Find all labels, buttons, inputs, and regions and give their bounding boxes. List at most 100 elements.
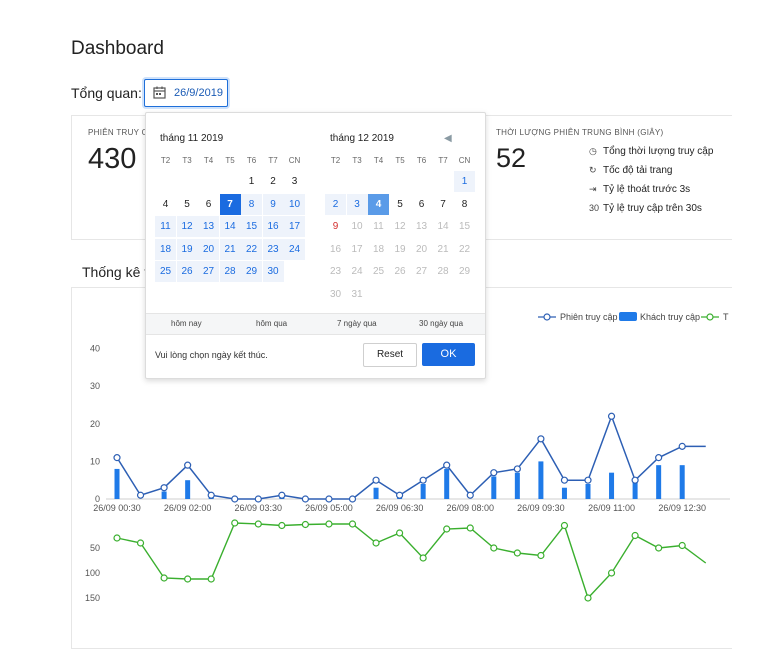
calendar-day[interactable]: 19	[176, 238, 198, 260]
triangle-left-icon[interactable]: ◀	[444, 133, 452, 144]
sessions-point	[325, 495, 333, 503]
calendar-day[interactable]: 29	[241, 261, 262, 282]
x-tick-label: 26/09 05:00	[305, 503, 353, 513]
sessions-point	[301, 495, 309, 503]
calendar-day[interactable]: 17	[284, 216, 305, 237]
calendar-day[interactable]: 3	[284, 171, 305, 192]
calendar-day[interactable]: 12	[176, 216, 198, 237]
third-series-point	[631, 531, 639, 540]
calendar-day[interactable]: 3	[346, 193, 368, 215]
third-series-point	[466, 524, 474, 532]
calendar-day[interactable]: 28	[219, 261, 241, 282]
y-tick-label: 40	[90, 344, 100, 354]
calendar-day[interactable]: 21	[219, 238, 241, 260]
quick-range-30days[interactable]: 30 ngày qua	[419, 319, 463, 328]
calendar-day[interactable]: 2	[325, 193, 346, 215]
weekday-header: T6	[416, 156, 427, 165]
calendar-day[interactable]: 6	[198, 194, 219, 215]
calendar-day[interactable]: 16	[262, 216, 284, 237]
ok-button[interactable]: OK	[422, 343, 475, 366]
sessions-point	[254, 495, 262, 503]
calendar-day[interactable]: 9	[262, 193, 284, 215]
calendar-day[interactable]: 27	[198, 261, 219, 282]
y2-tick-label: 50	[90, 543, 100, 553]
bar	[679, 465, 685, 499]
calendar-day[interactable]: 14	[219, 216, 241, 237]
calendar-day[interactable]: 4	[155, 194, 176, 215]
calendar-day[interactable]: 25	[155, 261, 176, 282]
calendar-day[interactable]: 2	[263, 171, 284, 192]
legend-sessions-marker	[543, 313, 551, 321]
sessions-point	[537, 435, 545, 443]
x-tick-label: 26/09 00:30	[93, 503, 141, 513]
calendar-day[interactable]: 23	[262, 238, 284, 260]
calendar-day: 18	[372, 243, 385, 255]
calendar-day: 26	[394, 266, 406, 277]
calendar-day[interactable]: 30	[262, 261, 284, 282]
calendar-day[interactable]: 18	[155, 238, 176, 260]
third-series-point	[396, 529, 404, 537]
third-series-point	[419, 554, 427, 562]
reset-button[interactable]: Reset	[363, 343, 417, 367]
x-tick-label: 26/09 09:30	[517, 503, 565, 513]
sessions-point	[513, 465, 521, 473]
bar	[656, 465, 662, 499]
bar	[185, 480, 191, 499]
sessions-point	[607, 412, 616, 420]
weekday-header: T5	[395, 156, 405, 165]
calendar-day: 15	[458, 221, 471, 232]
calendar-day[interactable]: 1	[241, 171, 262, 192]
sessions-line	[116, 414, 706, 500]
calendar-day[interactable]: 4	[368, 193, 389, 215]
calendar-day[interactable]: 13	[198, 216, 219, 237]
sessions-point	[443, 461, 451, 469]
third-series-point	[231, 519, 239, 527]
calendar-day[interactable]: 22	[241, 238, 262, 260]
quick-range-today[interactable]: hôm nay	[171, 319, 202, 328]
calendar-day[interactable]: 15	[241, 216, 262, 237]
legend-label: Khách truy cập	[640, 312, 700, 322]
legend-visitors-swatch	[619, 312, 637, 321]
calendar-day[interactable]: 8	[241, 193, 262, 215]
weekday-header: T2	[330, 156, 341, 165]
calendar-day: 27	[415, 266, 428, 277]
third-series-point	[254, 520, 262, 528]
calendar-day[interactable]: 6	[411, 194, 432, 215]
quick-range-yesterday[interactable]: hôm qua	[256, 319, 287, 328]
calendar-day[interactable]: 10	[284, 193, 305, 215]
calendar-day[interactable]: 8	[454, 194, 475, 215]
weekday-header: CN	[288, 156, 301, 165]
y-tick-label: 20	[90, 419, 100, 429]
sessions-point	[278, 491, 286, 499]
sessions-point	[231, 495, 239, 503]
calendar-day: 12	[394, 221, 406, 232]
third-series-point	[184, 575, 192, 583]
third-series-point	[113, 534, 121, 542]
bar	[114, 468, 120, 499]
calendar-day: 29	[458, 266, 471, 277]
calendar-day[interactable]: 5	[177, 194, 198, 215]
quick-range-7days[interactable]: 7 ngày qua	[337, 319, 377, 328]
sessions-point	[490, 469, 498, 477]
calendar-day[interactable]: 9	[325, 216, 346, 237]
calendar-day[interactable]: 1	[454, 171, 475, 192]
calendar-day[interactable]: 7	[433, 194, 454, 215]
third-series-point	[325, 520, 333, 528]
weekday-header: T5	[225, 156, 235, 165]
calendar-day[interactable]: 11	[155, 216, 176, 237]
third-series-line	[116, 522, 707, 600]
calendar-day[interactable]: 26	[176, 261, 198, 282]
weekday-header: CN	[458, 156, 471, 165]
calendar-day[interactable]: 24	[284, 238, 305, 260]
calendar-day[interactable]: 5	[390, 194, 411, 215]
sessions-point	[372, 476, 380, 484]
calendar-day[interactable]: 7	[219, 193, 241, 215]
third-series-point	[490, 544, 498, 552]
calendar-day: 20	[415, 243, 428, 255]
third-series-point	[537, 551, 545, 560]
third-series-point	[607, 569, 616, 577]
calendar-day: 24	[351, 266, 363, 277]
calendar-day[interactable]: 20	[198, 238, 219, 260]
third-series-point	[560, 521, 569, 530]
left-month-title: tháng 11 2019	[160, 133, 224, 144]
